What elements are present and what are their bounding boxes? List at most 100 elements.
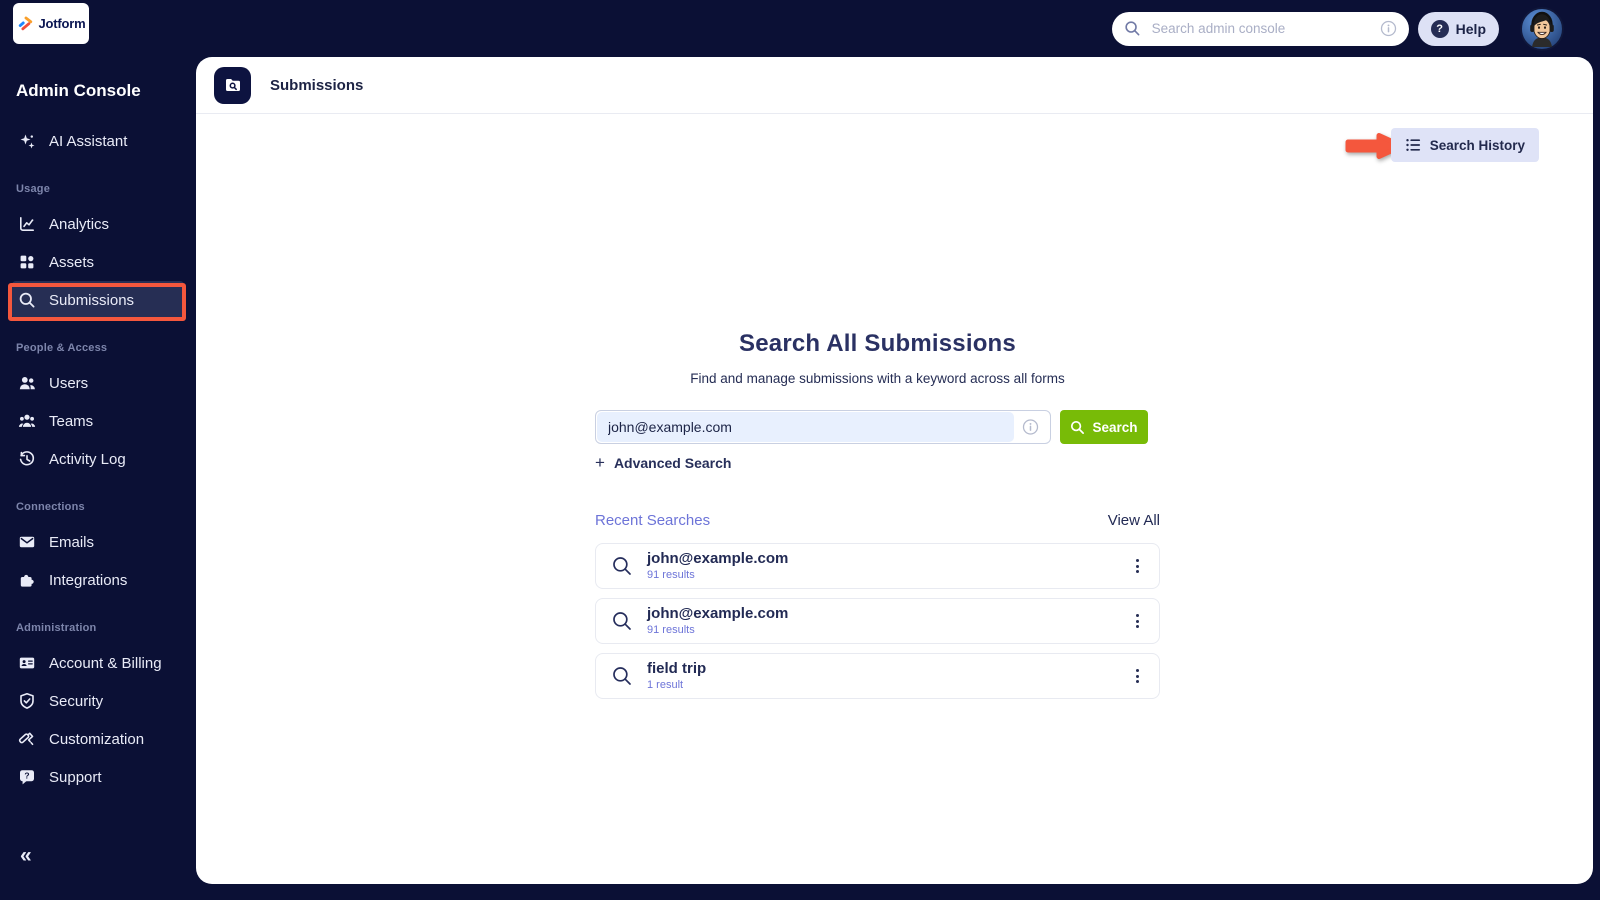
teams-icon bbox=[18, 412, 36, 430]
recent-search-item[interactable]: field trip 1 result bbox=[595, 653, 1160, 699]
sidebar-item-customization[interactable]: Customization bbox=[12, 720, 184, 758]
subtitle: Find and manage submissions with a keywo… bbox=[690, 371, 1065, 386]
panel-header: Submissions bbox=[196, 57, 1593, 114]
sidebar: Admin Console AI Assistant Usage Analyti… bbox=[0, 57, 196, 900]
sparkles-icon bbox=[18, 132, 36, 150]
kebab-menu-button[interactable] bbox=[1131, 554, 1144, 578]
sidebar-item-label: Support bbox=[49, 768, 102, 786]
sidebar-item-teams[interactable]: Teams bbox=[12, 402, 184, 440]
sidebar-item-label: Account & Billing bbox=[49, 654, 162, 672]
search-icon bbox=[1125, 21, 1140, 36]
recent-search-results: 91 results bbox=[647, 569, 695, 581]
magnifier-icon bbox=[611, 665, 633, 687]
puzzle-icon bbox=[18, 571, 36, 589]
main-panel: Submissions Search History Search All Su… bbox=[196, 57, 1593, 884]
advanced-search-link[interactable]: + Advanced Search bbox=[595, 454, 732, 471]
search-row: Search bbox=[595, 410, 1160, 444]
content-area: Search History Search All Submissions Fi… bbox=[196, 114, 1593, 884]
sidebar-item-label: Users bbox=[49, 374, 89, 392]
sidebar-item-label: Teams bbox=[49, 412, 94, 430]
sidebar-item-label: Security bbox=[49, 692, 104, 710]
section-connections: Emails Integrations bbox=[0, 523, 196, 599]
svg-text:?: ? bbox=[24, 771, 29, 781]
search-icon bbox=[1071, 420, 1085, 434]
section-label-connections: Connections bbox=[16, 501, 85, 513]
sidebar-item-submissions[interactable]: Submissions bbox=[12, 281, 184, 319]
sidebar-item-activity-log[interactable]: Activity Log bbox=[12, 440, 184, 478]
section-administration: Account & Billing Security Customization… bbox=[0, 644, 196, 796]
search-history-label: Search History bbox=[1429, 137, 1525, 153]
avatar[interactable] bbox=[1520, 6, 1564, 51]
id-card-icon bbox=[18, 654, 36, 672]
section-label-usage: Usage bbox=[16, 183, 51, 195]
sidebar-item-support[interactable]: ? Support bbox=[12, 758, 184, 796]
recent-searches-title: Recent Searches bbox=[595, 512, 711, 529]
sidebar-item-emails[interactable]: Emails bbox=[12, 523, 184, 561]
recent-searches-header: Recent Searches View All bbox=[595, 512, 1160, 529]
chat-question-icon: ? bbox=[18, 768, 36, 786]
info-icon bbox=[1380, 20, 1396, 37]
search-button[interactable]: Search bbox=[1060, 410, 1148, 444]
recent-search-results: 1 result bbox=[647, 679, 684, 691]
topbar-right: ? Help bbox=[1111, 6, 1564, 51]
sidebar-item-label: Activity Log bbox=[49, 450, 126, 468]
admin-search-input[interactable] bbox=[1149, 20, 1371, 37]
recent-search-item[interactable]: john@example.com 91 results bbox=[595, 598, 1160, 644]
recent-search-query: john@example.com bbox=[647, 550, 789, 567]
folder-search-icon bbox=[214, 66, 251, 104]
topbar: Jotform ? Help bbox=[0, 0, 1600, 57]
line-chart-icon bbox=[18, 215, 36, 233]
jotform-logo-icon bbox=[18, 16, 32, 31]
sidebar-title: Admin Console bbox=[16, 81, 141, 100]
kebab-menu-button[interactable] bbox=[1131, 664, 1144, 688]
sidebar-item-integrations[interactable]: Integrations bbox=[12, 561, 184, 599]
recent-search-text: john@example.com 91 results bbox=[647, 550, 789, 582]
advanced-search-label: Advanced Search bbox=[613, 455, 732, 471]
recent-search-query: field trip bbox=[647, 660, 707, 677]
sidebar-item-analytics[interactable]: Analytics bbox=[12, 205, 184, 243]
section-label-administration: Administration bbox=[16, 622, 97, 634]
sidebar-item-label: Integrations bbox=[49, 571, 128, 589]
submission-search-input[interactable] bbox=[596, 411, 1050, 443]
info-icon[interactable] bbox=[1022, 419, 1039, 436]
sidebar-item-assets[interactable]: Assets bbox=[12, 243, 184, 281]
sidebar-item-users[interactable]: Users bbox=[12, 364, 184, 402]
sidebar-item-label: Submissions bbox=[49, 291, 135, 309]
recent-search-item[interactable]: john@example.com 91 results bbox=[595, 543, 1160, 589]
sidebar-collapse-button[interactable]: « bbox=[14, 842, 38, 870]
recent-search-text: field trip 1 result bbox=[647, 660, 707, 692]
submission-search-field bbox=[595, 410, 1051, 444]
sidebar-item-ai-assistant[interactable]: AI Assistant bbox=[12, 122, 184, 160]
recent-search-query: john@example.com bbox=[647, 605, 789, 622]
search-button-label: Search bbox=[1092, 419, 1138, 435]
jotform-logo-text: Jotform bbox=[38, 16, 86, 31]
page-title: Submissions bbox=[270, 76, 364, 94]
section-usage: Analytics Assets Submissions bbox=[0, 205, 196, 319]
paint-roller-icon bbox=[18, 730, 36, 748]
users-icon bbox=[18, 374, 36, 392]
magnifier-icon bbox=[18, 291, 36, 309]
recent-search-results: 91 results bbox=[647, 624, 695, 636]
search-history-button[interactable]: Search History bbox=[1390, 128, 1539, 162]
question-mark-icon: ? bbox=[1430, 19, 1449, 38]
admin-console-search[interactable] bbox=[1111, 11, 1409, 46]
sidebar-item-account-billing[interactable]: Account & Billing bbox=[12, 644, 184, 682]
help-button[interactable]: ? Help bbox=[1417, 11, 1499, 46]
sidebar-item-label: Customization bbox=[49, 730, 145, 748]
magnifier-icon bbox=[611, 610, 633, 632]
sidebar-item-security[interactable]: Security bbox=[12, 682, 184, 720]
kebab-menu-button[interactable] bbox=[1131, 609, 1144, 633]
sidebar-item-label: AI Assistant bbox=[49, 132, 128, 150]
clock-history-icon bbox=[18, 450, 36, 468]
magnifier-icon bbox=[611, 555, 633, 577]
recent-search-text: john@example.com 91 results bbox=[647, 605, 789, 637]
view-all-link[interactable]: View All bbox=[1108, 512, 1160, 529]
main-title: Search All Submissions bbox=[739, 330, 1016, 357]
recent-searches-list: john@example.com 91 results john@example… bbox=[595, 543, 1160, 699]
section-label-people-access: People & Access bbox=[16, 342, 108, 354]
sidebar-item-label: Assets bbox=[49, 253, 95, 271]
help-label: Help bbox=[1455, 20, 1486, 37]
grid-icon bbox=[18, 253, 36, 271]
sidebar-item-label: Emails bbox=[49, 533, 95, 551]
jotform-logo[interactable]: Jotform bbox=[13, 3, 89, 44]
